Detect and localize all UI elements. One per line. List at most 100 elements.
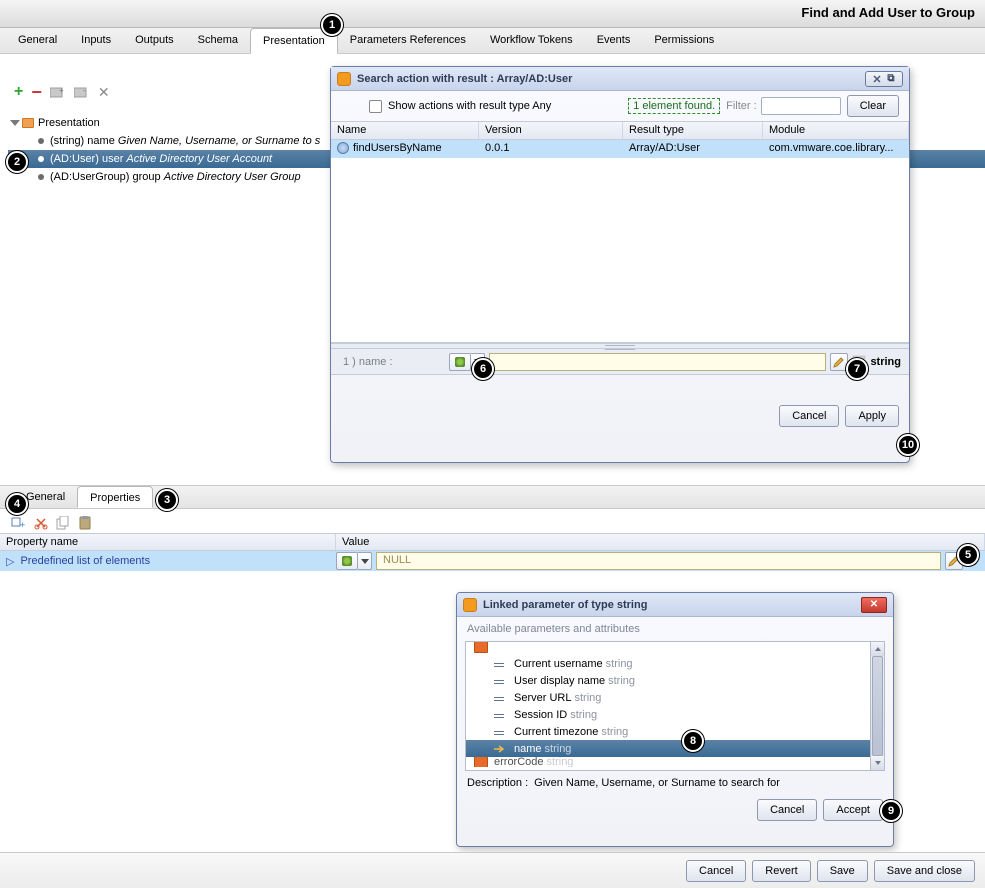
- callout-2: 2: [6, 151, 28, 173]
- description-row: Description : Given Name, Username, or S…: [457, 771, 893, 795]
- bullet-icon: [38, 156, 44, 162]
- parameter-row: 1 ) name : string: [331, 349, 909, 375]
- col-name[interactable]: Name: [331, 122, 479, 139]
- list-item[interactable]: Current username string: [466, 655, 884, 672]
- category-icon: [474, 757, 488, 767]
- results-count: 1 element found.: [628, 98, 720, 114]
- expand-icon[interactable]: [10, 120, 20, 126]
- svg-text:+: +: [20, 520, 25, 530]
- value-picker-button[interactable]: [336, 552, 358, 570]
- col-version[interactable]: Version: [479, 122, 623, 139]
- app-icon: [463, 598, 477, 612]
- accept-button[interactable]: Accept: [823, 799, 883, 821]
- value-picker-dropdown[interactable]: [358, 552, 372, 570]
- param-icon: [494, 659, 508, 669]
- tab-workflow-tokens[interactable]: Workflow Tokens: [478, 28, 585, 54]
- results-table: Name Version Result type Module findUser…: [331, 121, 909, 343]
- tab-inputs[interactable]: Inputs: [69, 28, 123, 54]
- apply-button[interactable]: Apply: [845, 405, 899, 427]
- title-bar: Find and Add User to Group: [0, 0, 985, 28]
- paste-icon[interactable]: [78, 516, 92, 530]
- description-label: Description :: [467, 777, 528, 789]
- tab-general[interactable]: General: [6, 28, 69, 54]
- callout-10: 10: [897, 434, 919, 456]
- callout-7: 7: [846, 358, 868, 380]
- col-result-type[interactable]: Result type: [623, 122, 763, 139]
- add-property-icon[interactable]: +: [10, 516, 26, 530]
- list-item[interactable]: Current timezone string: [466, 723, 884, 740]
- add-icon[interactable]: +: [14, 87, 23, 97]
- list-item[interactable]: User display name string: [466, 672, 884, 689]
- category-icon: [474, 641, 488, 653]
- list-item[interactable]: errorCode string: [466, 757, 884, 767]
- param-icon: [494, 676, 508, 686]
- param-icon: [494, 693, 508, 703]
- scroll-up-icon[interactable]: [871, 642, 884, 656]
- action-icon: [337, 142, 349, 154]
- col-property-name[interactable]: Property name: [0, 534, 336, 550]
- param-picker-button[interactable]: [449, 353, 471, 371]
- dialog-subtitle: Available parameters and attributes: [457, 617, 893, 641]
- gear-link-icon: [342, 556, 352, 566]
- callout-9: 9: [880, 800, 902, 822]
- save-button[interactable]: Save: [817, 860, 868, 882]
- show-any-label: Show actions with result type Any: [388, 100, 551, 112]
- tab-properties[interactable]: Properties: [77, 486, 153, 508]
- cancel-button[interactable]: Cancel: [779, 405, 839, 427]
- list-item[interactable]: [466, 641, 884, 655]
- col-module[interactable]: Module: [763, 122, 909, 139]
- scrollbar[interactable]: [870, 642, 884, 770]
- list-item-selected[interactable]: name string: [466, 740, 884, 757]
- col-value[interactable]: Value: [336, 534, 985, 550]
- property-name: Predefined list of elements: [20, 555, 150, 567]
- callout-3: 3: [156, 489, 178, 511]
- dialog-title: Search action with result : Array/AD:Use…: [357, 73, 572, 85]
- expand-icon[interactable]: ▷: [6, 555, 14, 568]
- cancel-button[interactable]: Cancel: [757, 799, 817, 821]
- close-icon[interactable]: ⧉: [865, 71, 903, 87]
- table-row[interactable]: findUsersByName 0.0.1 Array/AD:User com.…: [331, 140, 909, 158]
- callout-8: 8: [682, 730, 704, 752]
- delete-icon[interactable]: ✕: [98, 84, 110, 101]
- gear-link-icon: [455, 357, 465, 367]
- parameter-list: Current username string User display nam…: [465, 641, 885, 771]
- list-item[interactable]: Server URL string: [466, 689, 884, 706]
- svg-text:+: +: [59, 86, 64, 95]
- property-row[interactable]: ▷ Predefined list of elements NULL: [0, 551, 985, 571]
- list-item[interactable]: Session ID string: [466, 706, 884, 723]
- add-folder-icon[interactable]: +: [50, 86, 66, 98]
- filter-input[interactable]: [761, 97, 841, 115]
- value-input[interactable]: NULL: [376, 552, 941, 570]
- param-label: 1 ) name :: [339, 356, 449, 368]
- bullet-icon: [38, 174, 44, 180]
- app-icon: [337, 72, 351, 86]
- tab-schema[interactable]: Schema: [186, 28, 250, 54]
- tab-permissions[interactable]: Permissions: [642, 28, 726, 54]
- tab-parameters-references[interactable]: Parameters References: [338, 28, 478, 54]
- clear-button[interactable]: Clear: [847, 95, 899, 117]
- revert-button[interactable]: Revert: [752, 860, 810, 882]
- cut-icon[interactable]: [34, 516, 48, 530]
- scroll-thumb[interactable]: [872, 656, 883, 756]
- remove-icon[interactable]: −: [31, 89, 42, 95]
- scroll-down-icon[interactable]: [871, 756, 884, 770]
- bottom-tabs: General Properties: [0, 485, 985, 509]
- save-and-close-button[interactable]: Save and close: [874, 860, 975, 882]
- input-arrow-icon: [494, 744, 508, 754]
- param-type-label: string: [870, 356, 901, 368]
- cancel-button[interactable]: Cancel: [686, 860, 746, 882]
- param-value-input[interactable]: [489, 353, 826, 371]
- linked-parameter-dialog: Linked parameter of type string ✕ Availa…: [456, 592, 894, 847]
- dialog-options: Show actions with result type Any 1 elem…: [331, 91, 909, 121]
- search-action-dialog: Search action with result : Array/AD:Use…: [330, 66, 910, 463]
- copy-icon[interactable]: [56, 516, 70, 530]
- description-text: Given Name, Username, or Surname to sear…: [534, 777, 780, 789]
- close-icon[interactable]: ✕: [861, 597, 887, 613]
- tab-outputs[interactable]: Outputs: [123, 28, 186, 54]
- dialog-titlebar: Linked parameter of type string ✕: [457, 593, 893, 617]
- tab-events[interactable]: Events: [585, 28, 643, 54]
- svg-text:-: -: [83, 86, 86, 95]
- window-title: Find and Add User to Group: [801, 5, 975, 20]
- show-any-checkbox[interactable]: [369, 100, 382, 113]
- remove-folder-icon[interactable]: -: [74, 86, 90, 98]
